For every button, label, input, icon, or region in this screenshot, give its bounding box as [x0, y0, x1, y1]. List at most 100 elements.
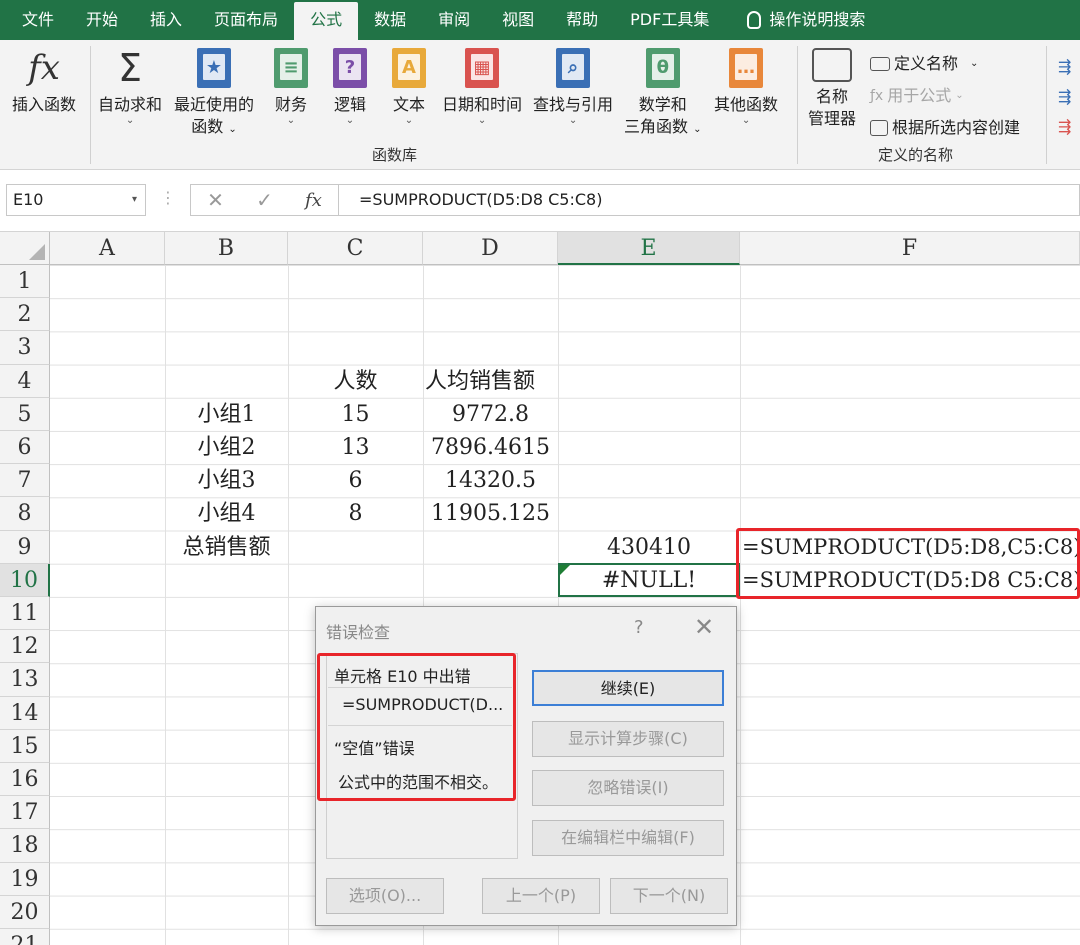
chevron-down-icon: ⌄: [286, 115, 296, 126]
tab-formulas[interactable]: 公式: [294, 2, 359, 40]
ribbon-divider: [797, 46, 798, 164]
close-icon[interactable]: ✕: [694, 613, 714, 641]
column-header-f[interactable]: F: [740, 232, 1080, 265]
tell-me-search[interactable]: 操作说明搜索: [725, 0, 881, 40]
row-header[interactable]: 7: [0, 464, 50, 498]
column-header-b[interactable]: B: [165, 232, 288, 265]
cell-b8[interactable]: 小组4: [165, 497, 288, 530]
edit-in-formula-bar-button[interactable]: 在编辑栏中编辑(F): [532, 820, 724, 856]
row-header[interactable]: 10: [0, 563, 50, 597]
cell-b5[interactable]: 小组1: [165, 398, 288, 431]
cell-e9[interactable]: 430410: [558, 531, 740, 564]
select-all-button[interactable]: [0, 232, 50, 265]
row-header[interactable]: 4: [0, 364, 50, 398]
more-functions-button[interactable]: … 其他函数 ⌄: [714, 48, 778, 126]
row-header[interactable]: 9: [0, 530, 50, 564]
row-header[interactable]: 13: [0, 663, 50, 697]
next-button[interactable]: 下一个(N): [610, 878, 728, 914]
name-manager-label: 名称: [816, 87, 849, 106]
financial-button[interactable]: ≡ 财务 ⌄: [274, 48, 308, 126]
tab-review[interactable]: 审阅: [422, 0, 486, 40]
cell-b6[interactable]: 小组2: [165, 431, 288, 464]
autosum-label: 自动求和: [98, 95, 163, 114]
insert-function-button[interactable]: fx 插入函数: [12, 48, 76, 116]
row-header[interactable]: 14: [0, 696, 50, 730]
cell-c7[interactable]: 6: [288, 464, 423, 497]
autosum-button[interactable]: Σ 自动求和 ⌄: [98, 48, 162, 126]
row-header[interactable]: 3: [0, 331, 50, 365]
row-header[interactable]: 1: [0, 265, 50, 299]
tab-pdf-tools[interactable]: PDF工具集: [614, 0, 725, 40]
tab-home[interactable]: 开始: [70, 0, 134, 40]
formula-input[interactable]: =SUMPRODUCT(D5:D8 C5:C8): [338, 184, 1080, 216]
create-from-selection-button[interactable]: 根据所选内容创建: [870, 112, 1020, 144]
theta-book-icon: θ: [645, 48, 680, 88]
options-button[interactable]: 选项(O)...: [326, 878, 444, 914]
cell-c6[interactable]: 13: [288, 431, 423, 464]
tab-page-layout[interactable]: 页面布局: [198, 0, 294, 40]
row-header[interactable]: 20: [0, 895, 50, 929]
cell-b7[interactable]: 小组3: [165, 464, 288, 497]
lookup-button[interactable]: ⌕ 查找与引用 ⌄: [533, 48, 613, 126]
cell-d7[interactable]: 14320.5: [423, 464, 558, 497]
row-header[interactable]: 17: [0, 796, 50, 830]
row-header[interactable]: 5: [0, 397, 50, 431]
name-manager-button[interactable]: 名称 管理器: [808, 48, 856, 130]
chevron-down-icon: ⌄: [404, 115, 414, 126]
help-icon[interactable]: ?: [634, 617, 644, 638]
row-header[interactable]: 8: [0, 497, 50, 531]
row-header[interactable]: 2: [0, 298, 50, 332]
ignore-error-button[interactable]: 忽略错误(I): [532, 770, 724, 806]
row-header[interactable]: 19: [0, 862, 50, 896]
define-name-button[interactable]: 定义名称 ⌄: [870, 48, 1020, 80]
define-name-label: 定义名称: [894, 54, 959, 73]
row-header[interactable]: 11: [0, 597, 50, 631]
row-header[interactable]: 6: [0, 431, 50, 465]
name-box[interactable]: E10 ▾: [6, 184, 146, 216]
date-time-label: 日期和时间: [442, 95, 523, 114]
enter-check-icon[interactable]: ✓: [256, 188, 273, 212]
cell-c4[interactable]: 人数: [288, 365, 423, 398]
formula-bar: E10 ▾ ⋮ ✕ ✓ fx =SUMPRODUCT(D5:D8 C5:C8): [0, 170, 1080, 232]
column-header-c[interactable]: C: [288, 232, 423, 265]
logical-button[interactable]: ? 逻辑 ⌄: [333, 48, 367, 126]
name-box-value: E10: [13, 190, 44, 209]
tab-help[interactable]: 帮助: [550, 0, 614, 40]
row-header[interactable]: 12: [0, 630, 50, 664]
cell-c5[interactable]: 15: [288, 398, 423, 431]
show-calc-steps-button[interactable]: 显示计算步骤(C): [532, 721, 724, 757]
insert-function-label: 插入函数: [12, 95, 77, 114]
column-header-d[interactable]: D: [423, 232, 558, 265]
row-header[interactable]: 21: [0, 929, 50, 945]
dialog-title: 错误检查: [326, 623, 391, 642]
recently-used-button[interactable]: ★ 最近使用的 函数 ⌄: [174, 48, 254, 141]
active-cell-border: [558, 563, 740, 597]
chevron-down-icon: ⌄: [477, 115, 487, 126]
cell-d5[interactable]: 9772.8: [423, 398, 558, 431]
cell-c8[interactable]: 8: [288, 497, 423, 530]
text-button[interactable]: A 文本 ⌄: [392, 48, 426, 126]
row-header[interactable]: 16: [0, 763, 50, 797]
cell-b9[interactable]: 总销售额: [165, 531, 288, 564]
error-indicator-icon[interactable]: [560, 565, 570, 575]
tab-insert[interactable]: 插入: [134, 0, 198, 40]
date-time-button[interactable]: ▦ 日期和时间 ⌄: [442, 48, 522, 126]
math-trig-button[interactable]: θ 数学和 三角函数 ⌄: [624, 48, 702, 141]
column-header-e[interactable]: E: [558, 232, 740, 265]
cell-d8[interactable]: 11905.125: [423, 497, 558, 530]
cell-d4[interactable]: 人均销售额: [423, 365, 583, 398]
cancel-icon[interactable]: ✕: [207, 188, 224, 212]
row-header[interactable]: 15: [0, 729, 50, 763]
tab-data[interactable]: 数据: [358, 0, 422, 40]
insert-function-fx-icon[interactable]: fx: [305, 190, 322, 211]
previous-button[interactable]: 上一个(P): [482, 878, 600, 914]
tab-file[interactable]: 文件: [0, 0, 70, 40]
column-gridline: [165, 265, 166, 945]
tab-view[interactable]: 视图: [486, 0, 550, 40]
cell-d6[interactable]: 7896.4615: [423, 431, 558, 464]
row-header[interactable]: 18: [0, 829, 50, 863]
formula-auditing-icons[interactable]: ⇶ ⇶ ⇶: [1058, 52, 1071, 142]
continue-button[interactable]: 继续(E): [532, 670, 724, 706]
formula-bar-grip-icon[interactable]: ⋮: [160, 188, 176, 207]
column-header-a[interactable]: A: [50, 232, 165, 265]
